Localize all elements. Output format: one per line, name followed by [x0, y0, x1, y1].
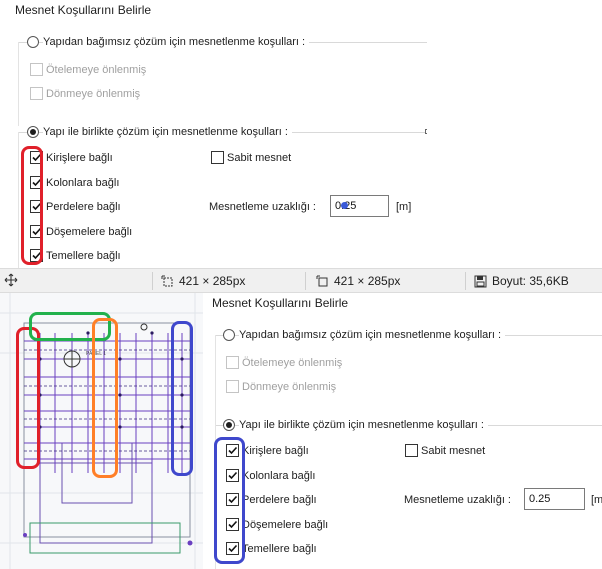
- move-icon[interactable]: [4, 273, 18, 287]
- dialog-title: Mesnet Koşullarını Belirle: [212, 296, 349, 310]
- support-distance-label: Mesnetleme uzaklığı :: [209, 201, 316, 213]
- together-radio[interactable]: [27, 126, 39, 138]
- support-checkbox-label-3: Döşemelere bağlı: [46, 225, 133, 238]
- fixed-support-label: Sabit mesnet: [421, 445, 486, 457]
- background-area: [427, 0, 602, 268]
- translation-restrained-checkbox[interactable]: [226, 356, 239, 369]
- rotation-restrained-label: Dönmeye önlenmiş: [46, 88, 141, 100]
- independent-radio[interactable]: [223, 329, 235, 341]
- independent-radio[interactable]: [27, 36, 39, 48]
- support-distance-input[interactable]: 0.25: [330, 195, 389, 217]
- save-icon: [474, 275, 487, 287]
- translation-restrained-label: Ötelemeye önlenmiş: [46, 64, 147, 76]
- support-checkbox-label-1: Kolonlara bağlı: [46, 176, 120, 189]
- support-checkbox-label-2: Perdelere bağlı: [242, 494, 317, 506]
- selection-size-text: 421 × 285px: [179, 274, 246, 288]
- support-checkbox-label-0: Kirişlere bağlı: [46, 152, 113, 164]
- status-separator: [305, 272, 306, 290]
- blue-highlight: [171, 321, 193, 476]
- group-border-left: [18, 132, 19, 268]
- together-radio[interactable]: [223, 419, 235, 431]
- support-distance-value: 0.25: [529, 493, 551, 505]
- fixed-support-checkbox[interactable]: [405, 444, 418, 457]
- status-bar: 421 × 285px 421 × 285px Boyut: 35,6KB: [0, 268, 602, 293]
- rotation-restrained-checkbox[interactable]: [30, 87, 43, 100]
- independent-radio-label: Yapıdan bağımsız çözüm için mesnetlenme …: [43, 36, 310, 48]
- together-radio-label: Yapı ile birlikte çözüm için mesnetlenme…: [43, 126, 292, 138]
- dialog-title: Mesnet Koşullarını Belirle: [15, 3, 152, 17]
- red-highlight: [16, 327, 40, 469]
- selection-size: 421 × 285px: [161, 274, 245, 288]
- selection-icon: [161, 275, 173, 286]
- support-checkbox-label-4: Temellere bağlı: [242, 543, 317, 555]
- resize-handle[interactable]: [425, 129, 427, 134]
- orange-highlight: [92, 318, 118, 478]
- canvas-size: 421 × 285px: [316, 274, 400, 288]
- support-distance-unit: [m]: [396, 201, 412, 213]
- support-distance-input[interactable]: 0.25: [524, 488, 585, 510]
- status-separator: [465, 272, 466, 290]
- fixed-support-checkbox[interactable]: [211, 151, 224, 164]
- translation-restrained-checkbox[interactable]: [30, 63, 43, 76]
- blue-highlight: [214, 437, 245, 564]
- canvas-size-text: 421 × 285px: [334, 274, 401, 288]
- support-checkbox-label-4: Temellere bağlı: [46, 250, 121, 262]
- cursor-marker: [341, 202, 348, 209]
- support-distance-unit: [m: [591, 494, 602, 506]
- rotation-restrained-label: Dönmeye önlenmiş: [242, 381, 337, 393]
- support-checkbox-label-3: Döşemelere bağlı: [242, 518, 329, 531]
- fixed-support-label: Sabit mesnet: [227, 152, 292, 164]
- rotation-restrained-checkbox[interactable]: [226, 380, 239, 393]
- status-separator: [152, 272, 153, 290]
- independent-radio-label: Yapıdan bağımsız çözüm için mesnetlenme …: [239, 329, 506, 341]
- file-size-text: Boyut: 35,6KB: [492, 274, 569, 288]
- support-distance-label: Mesnetleme uzaklığı :: [404, 494, 511, 506]
- support-checkbox-label-2: Perdelere bağlı: [46, 201, 121, 213]
- file-size: Boyut: 35,6KB: [474, 274, 569, 288]
- group-border-left: [215, 335, 216, 425]
- support-conditions-dialog-bottom: Mesnet Koşullarını Belirle Yapıdan bağım…: [203, 293, 602, 569]
- red-highlight: [21, 146, 43, 265]
- group-border-left: [18, 42, 19, 126]
- support-checkbox-label-1: Kolonlara bağlı: [242, 469, 316, 482]
- structural-drawing: PANEL 1: [0, 293, 210, 569]
- canvas-icon: [316, 275, 328, 286]
- support-checkbox-label-0: Kirişlere bağlı: [242, 445, 309, 457]
- translation-restrained-label: Ötelemeye önlenmiş: [242, 357, 343, 369]
- support-conditions-dialog-top: Mesnet Koşullarını Belirle Yapıdan bağım…: [0, 0, 427, 268]
- together-radio-label: Yapı ile birlikte çözüm için mesnetlenme…: [239, 419, 488, 431]
